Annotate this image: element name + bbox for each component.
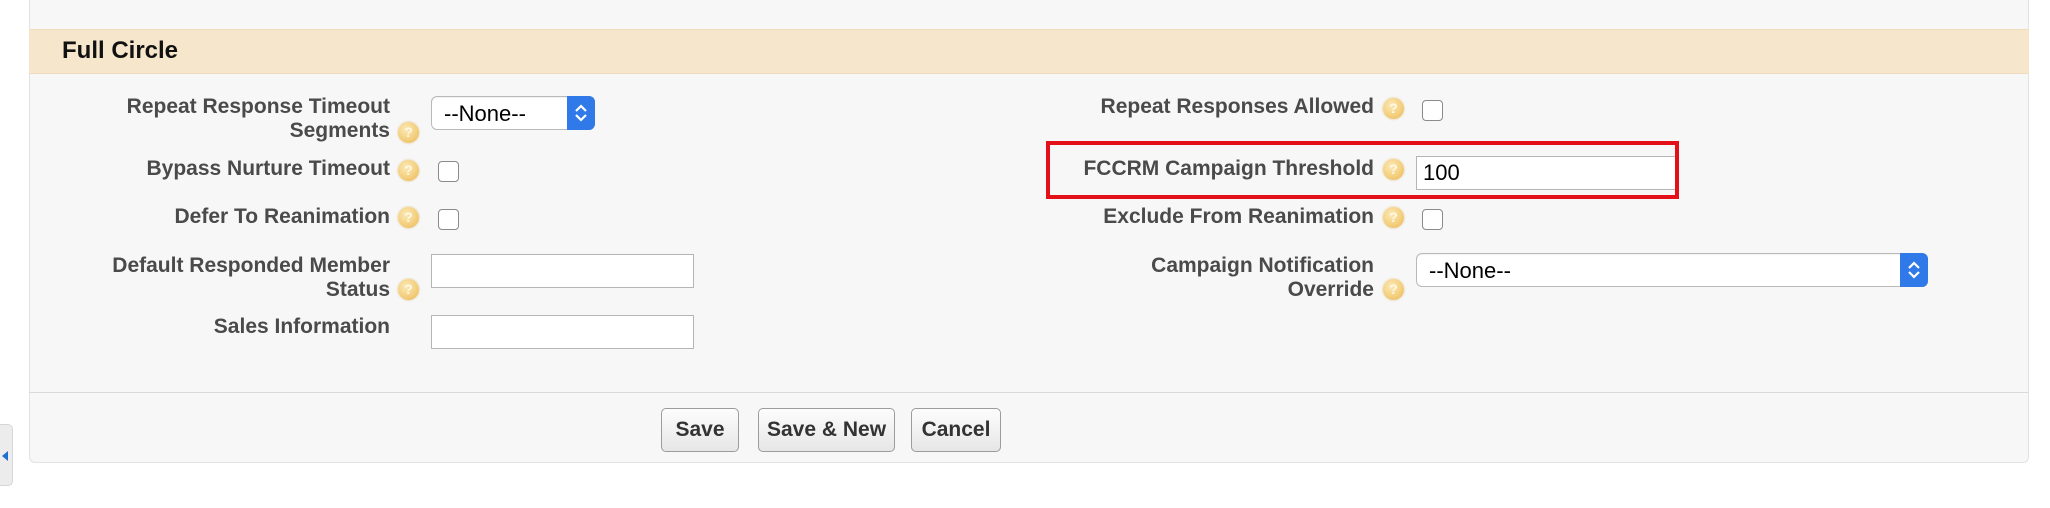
- defer-to-reanimation-label: Defer To Reanimation: [174, 205, 390, 228]
- exclude-from-reanimation-checkbox[interactable]: [1422, 209, 1443, 230]
- defer-to-reanimation-checkbox[interactable]: [438, 209, 459, 230]
- help-icon[interactable]: [398, 122, 419, 143]
- section-header: Full Circle: [29, 29, 2029, 74]
- sales-information-input[interactable]: [431, 315, 694, 349]
- help-icon[interactable]: [398, 207, 419, 228]
- default-responded-member-status-label: Default Responded Member Status: [112, 254, 390, 301]
- chevron-updown-icon: [1900, 253, 1928, 287]
- repeat-response-timeout-segments-select[interactable]: --None--: [431, 96, 595, 130]
- save-and-new-button[interactable]: Save & New: [758, 408, 895, 452]
- help-icon[interactable]: [1383, 279, 1404, 300]
- sales-information-label: Sales Information: [213, 315, 390, 338]
- help-icon[interactable]: [398, 160, 419, 181]
- campaign-notification-override-label: Campaign Notification Override: [1151, 254, 1374, 301]
- default-responded-member-status-input[interactable]: [431, 254, 694, 288]
- bypass-nurture-timeout-checkbox[interactable]: [438, 161, 459, 182]
- repeat-response-timeout-segments-label: Repeat Response Timeout Segments: [126, 95, 390, 142]
- save-button[interactable]: Save: [661, 408, 739, 452]
- cancel-button[interactable]: Cancel: [911, 408, 1001, 452]
- bypass-nurture-timeout-label: Bypass Nurture Timeout: [146, 157, 391, 180]
- help-icon[interactable]: [1383, 207, 1404, 228]
- section-divider: [29, 392, 2029, 393]
- collapse-sidebar-handle[interactable]: [0, 424, 13, 486]
- exclude-from-reanimation-label: Exclude From Reanimation: [1103, 205, 1374, 228]
- campaign-notification-override-select[interactable]: --None--: [1416, 253, 1928, 287]
- help-icon[interactable]: [398, 279, 419, 300]
- highlight-box: [1046, 141, 1679, 199]
- collapse-left-icon: [2, 451, 8, 461]
- chevron-updown-icon: [567, 96, 595, 130]
- section-title: Full Circle: [62, 37, 179, 64]
- help-icon[interactable]: [1383, 98, 1404, 119]
- repeat-responses-allowed-checkbox[interactable]: [1422, 100, 1443, 121]
- repeat-responses-allowed-label: Repeat Responses Allowed: [1100, 95, 1374, 118]
